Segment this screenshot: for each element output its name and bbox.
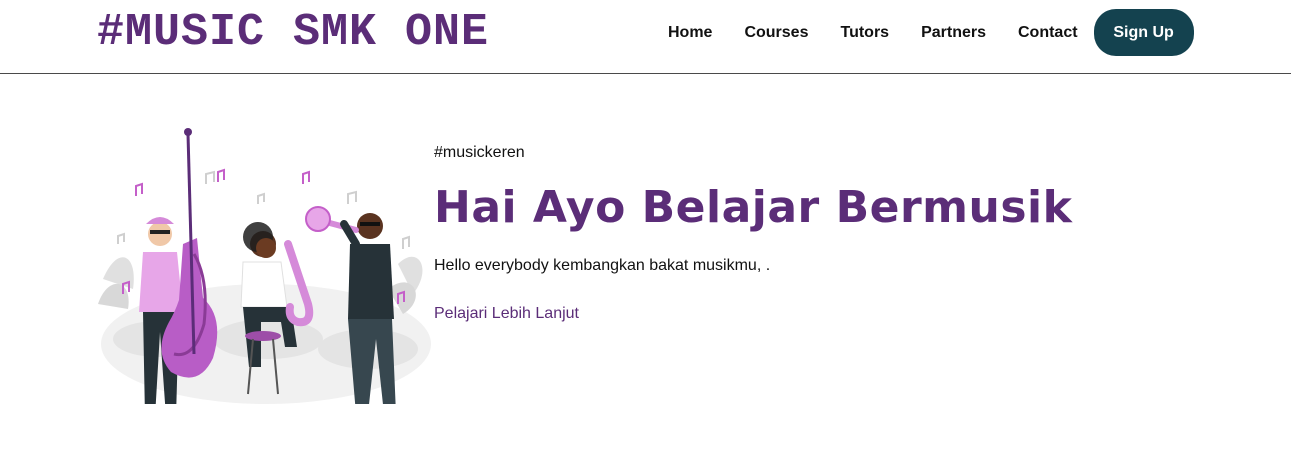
music-band-illustration-svg [98,128,431,417]
nav-link-courses[interactable]: Courses [728,24,824,42]
nav-link-home[interactable]: Home [652,24,728,42]
sign-up-button[interactable]: Sign Up [1093,9,1194,56]
hero-hashtag: #musickeren [434,144,525,161]
music-band-illustration [98,94,434,417]
hero-title: Hai Ayo Belajar Bermusik [434,182,1073,233]
learn-more-link[interactable]: Pelajari Lebih Lanjut [434,305,579,323]
nav-menu: Home Courses Tutors Partners Contact Sig… [652,9,1194,56]
site-logo[interactable]: #MUSIC SMK ONE [97,6,489,60]
hero-content: #musickeren Hai Ayo Belajar Bermusik Hel… [434,144,1234,323]
nav-link-tutors[interactable]: Tutors [824,24,905,42]
hero-description: Hello everybody kembangkan bakat musikmu… [434,257,771,274]
nav-link-contact[interactable]: Contact [1002,24,1094,42]
navbar: #MUSIC SMK ONE Home Courses Tutors Partn… [0,0,1291,74]
nav-link-partners[interactable]: Partners [905,24,1002,42]
hero-section: #musickeren Hai Ayo Belajar Bermusik Hel… [0,74,1291,454]
